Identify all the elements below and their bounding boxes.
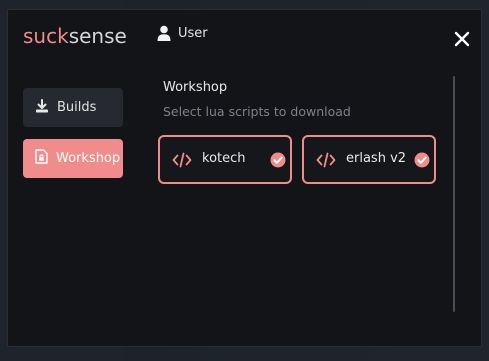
user-menu[interactable]: User (157, 25, 208, 41)
script-card[interactable]: erlash v2 (302, 135, 436, 184)
download-icon (35, 98, 49, 117)
code-icon (316, 151, 336, 173)
file-lock-icon (35, 149, 48, 168)
nav-workshop-button[interactable]: Workshop (23, 139, 123, 178)
script-card[interactable]: kotech (158, 135, 292, 184)
scrollbar[interactable] (453, 76, 455, 312)
section-title: Workshop (163, 80, 228, 95)
logo-part-main: sense (68, 24, 127, 48)
logo-part-accent: suck (23, 24, 69, 48)
close-icon (454, 31, 470, 47)
script-name: erlash v2 (346, 151, 407, 166)
check-circle-icon (270, 152, 286, 172)
section-subtitle: Select lua scripts to download (163, 104, 351, 119)
nav-workshop-label: Workshop (56, 151, 121, 166)
user-icon (157, 25, 171, 41)
close-button[interactable] (453, 30, 471, 48)
app-logo: sucksense (23, 24, 127, 48)
user-label: User (178, 25, 208, 41)
code-icon (172, 151, 192, 173)
nav-builds-button[interactable]: Builds (23, 88, 123, 127)
nav-builds-label: Builds (57, 100, 97, 115)
script-name: kotech (202, 151, 246, 166)
main-window: sucksense User Builds Workshop Workshop … (7, 9, 482, 347)
check-circle-icon (414, 152, 430, 172)
